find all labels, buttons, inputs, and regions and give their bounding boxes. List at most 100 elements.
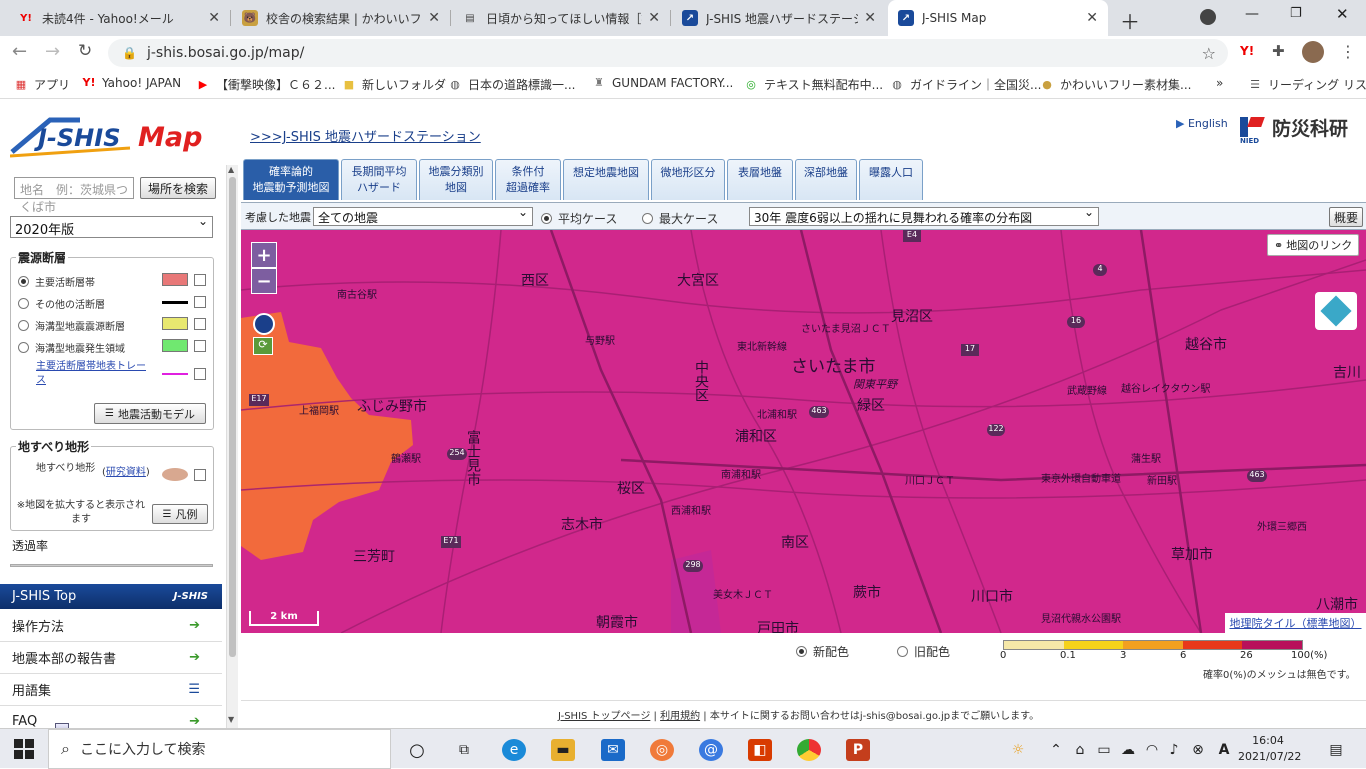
radio-icon[interactable]: [642, 213, 653, 224]
gsi-tile-link[interactable]: 地理院タイル（標準地図）: [1225, 613, 1366, 633]
map-type-select[interactable]: 30年 震度6弱以上の揺れに見舞われる確率の分布図: [749, 205, 1099, 226]
version-select[interactable]: 2020年版: [10, 214, 213, 238]
radio-icon[interactable]: [18, 276, 29, 287]
place-search-input[interactable]: 地名 例：茨城県つくば市: [14, 177, 134, 214]
forward-icon[interactable]: →: [45, 41, 60, 62]
terms-link[interactable]: 利用規約: [660, 711, 700, 722]
office-icon[interactable]: ◧: [748, 739, 772, 761]
menu-item-glossary[interactable]: 用語集 ☰: [0, 674, 222, 706]
jshis-map-logo[interactable]: J-SHIS Map: [9, 112, 235, 162]
map-link-button[interactable]: ⚭ 地図のリンク: [1267, 234, 1360, 256]
summary-button[interactable]: 概要: [1329, 207, 1363, 227]
bookmark-guideline[interactable]: ◍ ガイドライン｜全国災...: [890, 76, 1041, 93]
tab-long-term-hazard[interactable]: 長期間平均 ハザード: [341, 159, 417, 200]
notification-icon[interactable]: ▤: [1324, 739, 1348, 761]
browser-tab-jshis-map[interactable]: ↗ J-SHIS Map ✕: [888, 0, 1108, 36]
left-panel-scrollbar[interactable]: ▲ ▼: [226, 165, 238, 730]
close-tab-icon[interactable]: ✕: [1086, 10, 1098, 26]
globe-icon[interactable]: [253, 313, 275, 335]
browser-tab-damage-info[interactable]: ▤ 日頃から知ってほしい情報［被害想定 ✕: [452, 0, 670, 36]
english-link[interactable]: ▶ English: [1176, 117, 1228, 130]
activity-model-button[interactable]: ☰ 地震活動モデル: [94, 403, 206, 424]
bookmark-road-signs[interactable]: ◍ 日本の道路標識一...: [448, 76, 575, 93]
menu-dots-icon[interactable]: ⋮: [1340, 42, 1356, 61]
usb-icon[interactable]: ⌂: [1068, 739, 1092, 761]
at-mail-icon[interactable]: @: [699, 739, 723, 761]
bookmark-gundam[interactable]: ♜ GUNDAM FACTORY...: [592, 76, 733, 90]
refresh-map-icon[interactable]: ⟳: [253, 337, 273, 355]
weather-icon[interactable]: ☼: [1006, 739, 1030, 761]
ime-mode-icon[interactable]: ⊗: [1186, 739, 1210, 761]
scrollbar-thumb[interactable]: [229, 177, 236, 657]
bookmark-apps[interactable]: ▦ アプリ: [14, 76, 70, 93]
fault-option-major[interactable]: 主要活断層帯: [18, 274, 95, 289]
radio-icon[interactable]: [18, 320, 29, 331]
bookmark-star-icon[interactable]: ☆: [1202, 44, 1216, 63]
minimize-icon[interactable]: —: [1245, 6, 1259, 22]
tab-scenario-map[interactable]: 想定地震地図: [563, 159, 649, 200]
radio-icon[interactable]: [18, 342, 29, 353]
top-page-link[interactable]: J-SHIS トップページ: [558, 711, 650, 722]
powerpoint-icon[interactable]: P: [846, 739, 870, 761]
file-explorer-icon[interactable]: ▬: [551, 739, 575, 761]
major-fault-checkbox[interactable]: [194, 274, 206, 286]
browser-tab-jshis-station[interactable]: ↗ J-SHIS 地震ハザードステーション ✕: [672, 0, 886, 36]
considered-quake-select[interactable]: 全ての地震: [313, 205, 533, 226]
tab-exposed-population[interactable]: 曝露人口: [859, 159, 923, 200]
landslide-checkbox[interactable]: [194, 469, 206, 481]
trench-source-checkbox[interactable]: [194, 318, 206, 330]
reload-icon[interactable]: ↻: [78, 41, 92, 61]
url-field[interactable]: 🔒 j-shis.bosai.go.jp/map/ ☆: [108, 39, 1228, 67]
fault-option-trench-source[interactable]: 海溝型地震震源断層: [18, 318, 125, 333]
other-fault-checkbox[interactable]: [194, 296, 206, 308]
average-case-option[interactable]: 平均ケース: [541, 210, 617, 227]
app-icon[interactable]: ◎: [650, 739, 674, 761]
menu-item-howto[interactable]: 操作方法 ➔: [0, 610, 222, 642]
fault-option-trench-area[interactable]: 海溝型地震発生領域: [18, 340, 125, 355]
tab-surface-ground[interactable]: 表層地盤: [727, 159, 793, 200]
nied-logo[interactable]: NIED 防災科研: [1240, 114, 1348, 145]
chrome-icon[interactable]: [797, 739, 821, 761]
clock[interactable]: 16:04 2021/07/22: [1238, 733, 1301, 765]
close-tab-icon[interactable]: ✕: [864, 10, 876, 26]
fault-option-other[interactable]: その他の活断層: [18, 296, 105, 311]
back-icon[interactable]: ←: [12, 41, 27, 62]
task-view-icon[interactable]: ⧉: [452, 739, 476, 761]
layers-icon[interactable]: [1315, 292, 1357, 330]
bookmark-text[interactable]: ◎ テキスト無料配布中...: [744, 76, 883, 93]
onedrive-icon[interactable]: ☁: [1116, 739, 1140, 761]
restore-icon[interactable]: ❐: [1290, 6, 1302, 21]
tray-chevron-icon[interactable]: ⌃: [1044, 739, 1068, 761]
browser-tab-school-search[interactable]: 🐻 校舎の検索結果 | かわいいフリー素材集 ✕: [232, 0, 450, 36]
tab-conditional-probability[interactable]: 条件付 超過確率: [495, 159, 561, 200]
browser-tab-yahoo-mail[interactable]: Y! 未読4件 - Yahoo!メール ✕: [8, 0, 230, 36]
new-tab-icon[interactable]: ＋: [1120, 6, 1140, 35]
research-link[interactable]: 研究資料: [106, 467, 146, 478]
profile-avatar[interactable]: [1302, 41, 1324, 63]
menu-item-reports[interactable]: 地震本部の報告書 ➔: [0, 642, 222, 674]
battery-icon[interactable]: ▭: [1092, 739, 1116, 761]
scroll-down-icon[interactable]: ▼: [228, 715, 234, 724]
volume-icon[interactable]: ♪: [1162, 739, 1186, 761]
bookmark-overflow[interactable]: »: [1216, 76, 1223, 90]
zoom-in-button[interactable]: +: [251, 242, 277, 268]
close-tab-icon[interactable]: ✕: [428, 10, 440, 26]
wifi-icon[interactable]: ◠: [1140, 739, 1164, 761]
bookmark-video[interactable]: ▶ 【衝撃映像】Ｃ６２...: [196, 76, 336, 93]
close-window-icon[interactable]: ✕: [1336, 5, 1349, 23]
surface-trace-link[interactable]: 主要活断層帯地表トレース: [36, 360, 152, 388]
radio-icon[interactable]: [796, 646, 807, 657]
mail-icon[interactable]: ✉: [601, 739, 625, 761]
surface-trace-checkbox[interactable]: [194, 368, 206, 380]
jshis-station-link[interactable]: >>>J-SHIS 地震ハザードステーション: [250, 126, 481, 145]
old-color-option[interactable]: 旧配色: [897, 643, 950, 660]
max-case-option[interactable]: 最大ケース: [642, 210, 718, 227]
taskbar-search-box[interactable]: ⌕ ここに入力して検索: [48, 729, 391, 769]
radio-icon[interactable]: [897, 646, 908, 657]
new-color-option[interactable]: 新配色: [796, 643, 849, 660]
cortana-icon[interactable]: ○: [405, 739, 429, 761]
bookmark-folder[interactable]: ■ 新しいフォルダ: [342, 76, 446, 93]
scroll-up-icon[interactable]: ▲: [228, 165, 234, 174]
edge-icon[interactable]: e: [502, 739, 526, 761]
tab-category-map[interactable]: 地震分類別 地図: [419, 159, 493, 200]
